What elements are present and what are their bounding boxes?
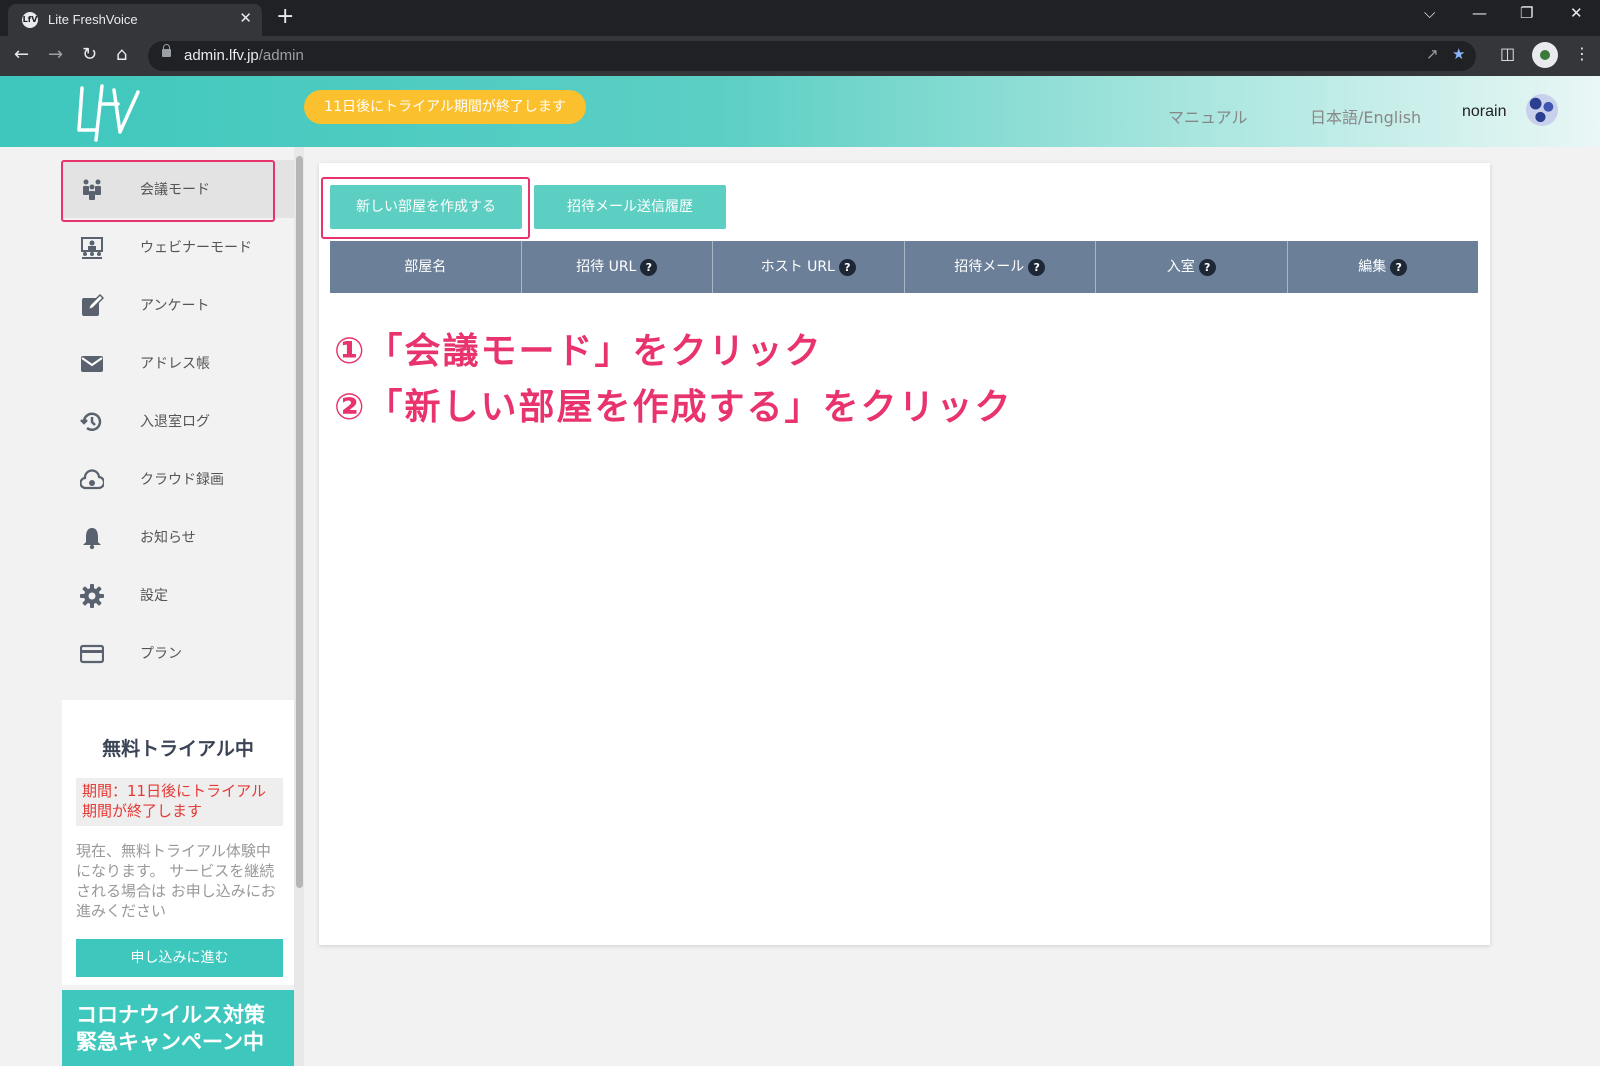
lfv-logo[interactable] [74, 82, 144, 142]
trial-banner: 11日後にトライアル期間が終了します [304, 90, 586, 124]
help-icon[interactable]: ? [1028, 258, 1046, 276]
sidebar-item-settings[interactable]: 設定 [62, 566, 294, 624]
card-icon [80, 644, 104, 664]
url-path: /admin [258, 47, 304, 64]
username[interactable]: norain [1462, 103, 1506, 121]
rooms-table-header: 部屋名 招待 URL? ホスト URL? 招待メール? 入室? 編集? [330, 241, 1478, 293]
tab-close-icon[interactable]: ✕ [239, 9, 252, 27]
annotation-highlight-create-room [321, 177, 530, 239]
help-icon[interactable]: ? [640, 258, 658, 276]
sidebar-item-survey[interactable]: アンケート [62, 276, 294, 334]
browser-tab[interactable]: LfV Lite FreshVoice ✕ [8, 4, 262, 36]
webinar-icon [81, 237, 103, 259]
user-avatar[interactable] [1526, 94, 1558, 126]
side-panel-icon[interactable]: ◫ [1500, 44, 1515, 63]
sidebar-item-plan[interactable]: プラン [62, 624, 294, 682]
gear-icon [80, 584, 104, 608]
language-link[interactable]: 日本語/English [1310, 104, 1421, 128]
trial-panel: 無料トライアル中 期間：11日後にトライアル期間が終了します 現在、無料トライア… [62, 700, 294, 985]
sidebar-item-webinar[interactable]: ウェビナーモード [62, 218, 294, 276]
lock-icon [162, 44, 171, 57]
column-enter: 入室? [1096, 241, 1288, 293]
column-label: 招待メール [954, 259, 1025, 275]
sidebar-item-cloud-recording[interactable]: クラウド録画 [62, 450, 294, 508]
bookmark-star-icon[interactable]: ★ [1452, 45, 1465, 63]
trial-note: 現在、無料トライアル体験中 になります。 サービスを継続される場合は お申し込み… [76, 842, 276, 920]
annotation-step-2: ②「新しい部屋を作成する」をクリック [334, 387, 1013, 428]
help-icon[interactable]: ? [1390, 258, 1408, 276]
sidebar-item-label: お知らせ [140, 530, 196, 546]
sidebar-item-label: ウェビナーモード [140, 240, 252, 256]
sidebar-scroll-thumb[interactable] [296, 156, 303, 888]
url-host: admin.lfv.jp [184, 47, 259, 64]
reload-icon[interactable]: ↻ [82, 44, 97, 65]
close-window-button[interactable]: ✕ [1570, 4, 1583, 22]
cloud-icon [80, 469, 104, 490]
apply-button[interactable]: 申し込みに進む [76, 939, 283, 977]
sidebar-item-address-book[interactable]: アドレス帳 [62, 334, 294, 392]
home-icon[interactable]: ⌂ [116, 44, 127, 65]
tab-title: Lite FreshVoice [48, 12, 138, 27]
trial-title: 無料トライアル中 [102, 738, 254, 760]
browser-toolbar: ← → ↻ ⌂ admin.lfv.jp/admin ↗ ★ ◫ ⋮ [0, 36, 1600, 76]
column-edit: 編集? [1288, 241, 1479, 293]
column-label: 招待 URL [576, 259, 637, 275]
forward-icon[interactable]: → [48, 44, 63, 65]
new-tab-button[interactable]: + [276, 4, 294, 29]
campaign-text: コロナウイルス対策 緊急キャンペーン中 [76, 1002, 265, 1056]
app-header: 11日後にトライアル期間が終了します マニュアル 日本語/English nor… [0, 76, 1600, 147]
history-icon [80, 412, 102, 431]
sidebar-item-label: 設定 [140, 588, 168, 604]
column-invite-url: 招待 URL? [522, 241, 713, 293]
sidebar-item-label: 入退室ログ [140, 414, 210, 430]
edit-icon [82, 294, 104, 316]
mail-icon [81, 356, 103, 372]
column-host-url: ホスト URL? [713, 241, 905, 293]
annotation-step-1: ①「会議モード」をクリック [334, 331, 823, 372]
minimize-button[interactable]: — [1472, 4, 1487, 22]
sidebar-item-label: アンケート [140, 298, 210, 314]
sidebar-item-notices[interactable]: お知らせ [62, 508, 294, 566]
column-room-name: 部屋名 [330, 241, 522, 293]
sidebar-item-label: プラン [140, 646, 182, 662]
restore-button[interactable]: ❐ [1520, 4, 1533, 22]
address-bar[interactable]: admin.lfv.jp/admin ↗ ★ [148, 41, 1476, 71]
invite-history-button[interactable]: 招待メール送信履歴 [534, 185, 726, 229]
column-label: ホスト URL [760, 259, 835, 275]
sidebar-item-label: アドレス帳 [140, 356, 210, 372]
campaign-line-2: 緊急キャンペーン中 [76, 1030, 264, 1054]
bell-icon [83, 528, 101, 550]
column-invite-mail: 招待メール? [905, 241, 1096, 293]
profile-avatar[interactable] [1532, 42, 1558, 68]
sidebar-item-label: クラウド録画 [140, 472, 224, 488]
annotation-highlight-meeting [61, 160, 275, 222]
browser-titlebar: LfV Lite FreshVoice ✕ + ⌵ — ❐ ✕ [0, 0, 1600, 36]
manual-link[interactable]: マニュアル [1168, 104, 1248, 128]
campaign-line-1: コロナウイルス対策 [76, 1003, 265, 1027]
favicon-icon: LfV [22, 12, 38, 28]
url-text: admin.lfv.jp/admin [184, 47, 304, 64]
campaign-banner[interactable]: コロナウイルス対策 緊急キャンペーン中 [62, 990, 294, 1066]
column-label: 部屋名 [404, 259, 447, 275]
sidebar-item-entry-log[interactable]: 入退室ログ [62, 392, 294, 450]
trial-period: 期間：11日後にトライアル期間が終了します [76, 778, 283, 826]
help-icon[interactable]: ? [838, 258, 856, 276]
tab-search-icon[interactable]: ⌵ [1424, 4, 1435, 22]
share-icon[interactable]: ↗ [1426, 45, 1439, 63]
back-icon[interactable]: ← [14, 44, 29, 65]
help-icon[interactable]: ? [1198, 258, 1216, 276]
column-label: 入室 [1166, 259, 1195, 275]
menu-dots-icon[interactable]: ⋮ [1574, 44, 1590, 63]
column-label: 編集 [1358, 259, 1387, 275]
